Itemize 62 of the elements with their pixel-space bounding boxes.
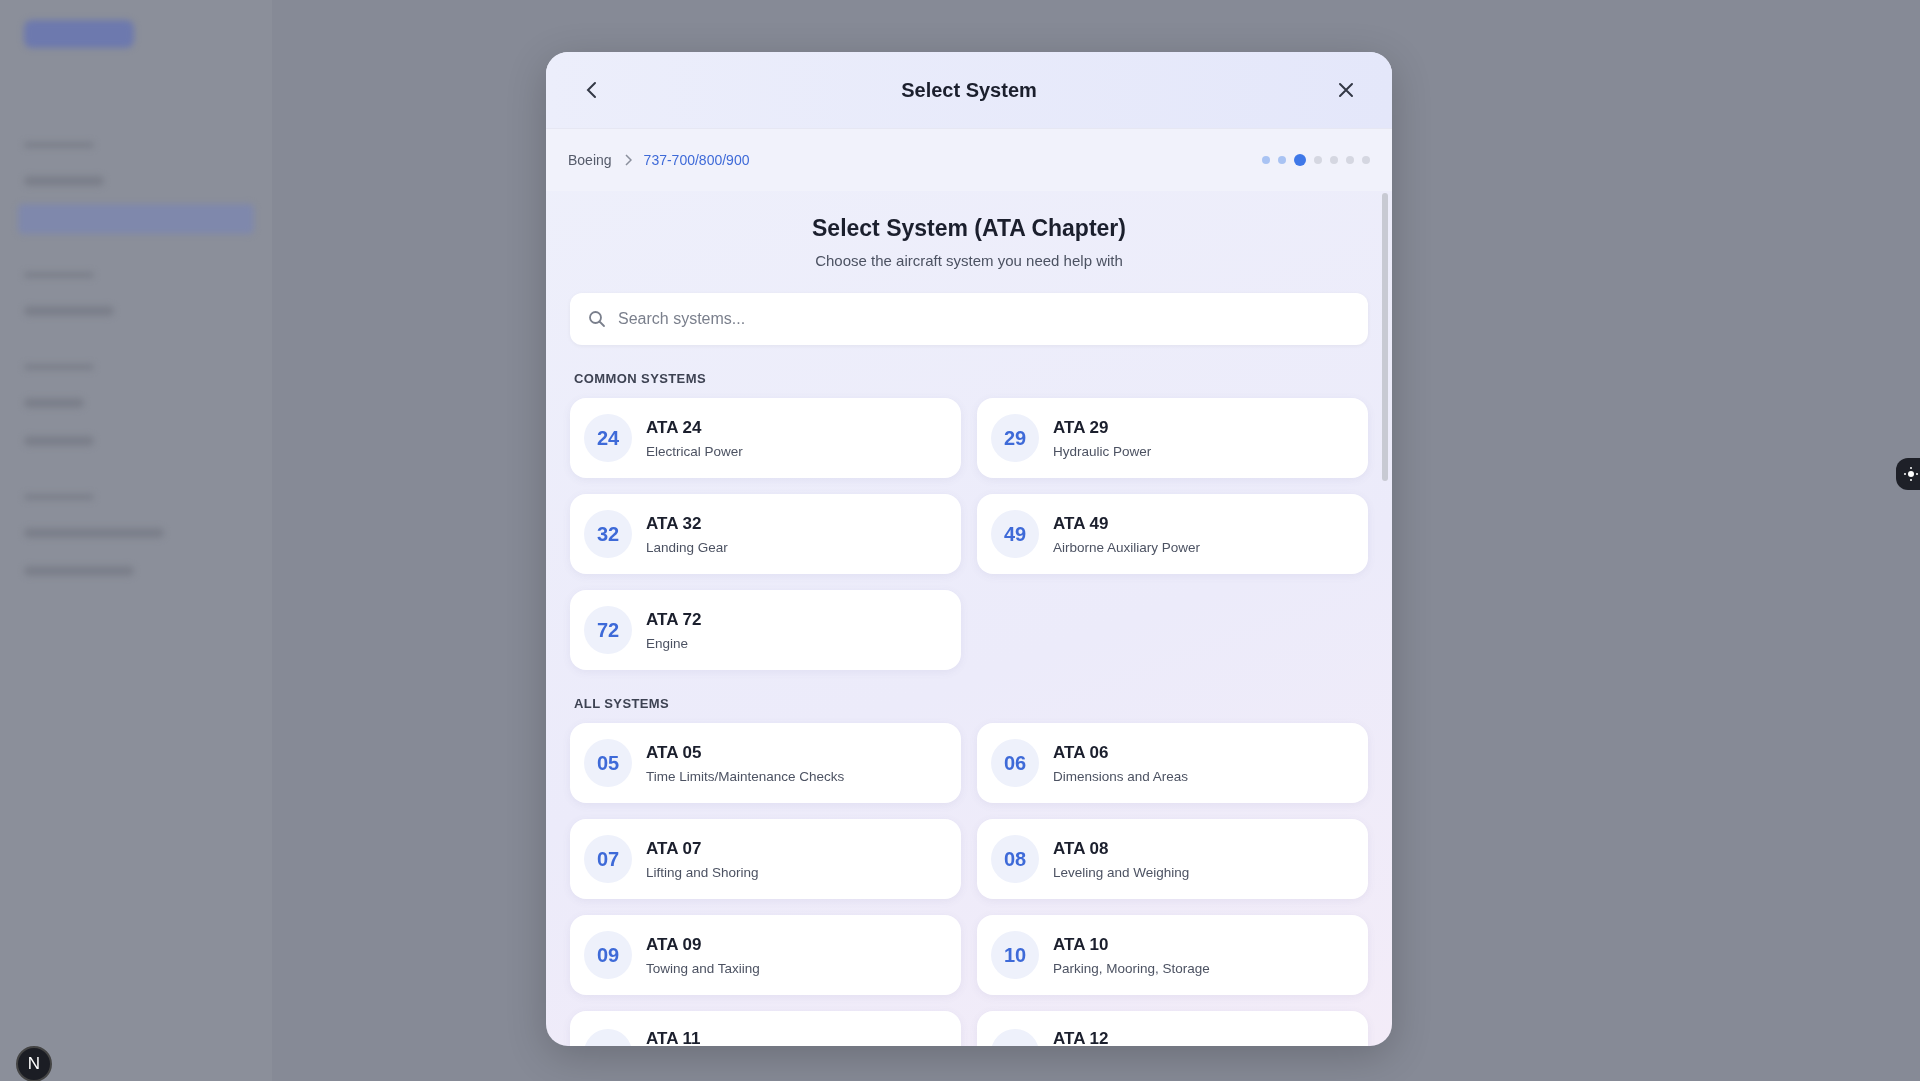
system-code: ATA 07 (646, 838, 703, 859)
system-name: Electrical Power (646, 443, 743, 459)
system-code: ATA 08 (1053, 838, 1110, 859)
chapter-badge: 09 (584, 931, 632, 979)
system-code: ATA 12 (1053, 1029, 1109, 1046)
system-name: Dimensions and Areas (1053, 768, 1189, 784)
dialog-title: Select System (901, 78, 1037, 102)
breadcrumb-link[interactable]: Boeing (568, 152, 612, 168)
breadcrumb-link[interactable]: 737-700/800/900 (643, 152, 750, 168)
system-card[interactable]: ATA 11 (570, 1011, 961, 1046)
chapter-badge: 32 (584, 510, 632, 558)
system-name: Landing Gear (646, 539, 728, 555)
system-name: Engine (646, 635, 690, 651)
system-card[interactable]: 49 ATA 49 Airborne Auxiliary Power (977, 494, 1368, 574)
system-name: Time Limits/Maintenance Checks (646, 768, 845, 784)
chevron-left-icon (585, 81, 599, 99)
system-card[interactable]: 06 ATA 06 Dimensions and Areas (977, 723, 1368, 803)
search-icon (588, 310, 606, 328)
system-card[interactable]: 09 ATA 09 Towing and Taxiing (570, 915, 961, 995)
system-card[interactable]: 05 ATA 05 Time Limits/Maintenance Checks (570, 723, 961, 803)
search-field[interactable]: Search systems... (570, 293, 1368, 345)
chapter-badge: 06 (991, 739, 1039, 787)
system-code: ATA 05 (646, 742, 703, 763)
system-card[interactable]: 08 ATA 08 Leveling and Weighing (977, 819, 1368, 899)
system-name: Lifting and Shoring (646, 864, 759, 880)
system-code: ATA 24 (646, 417, 703, 438)
system-card[interactable]: 29 ATA 29 Hydraulic Power (977, 398, 1368, 478)
section-subtitle: Choose the aircraft system you need help with (814, 252, 1124, 269)
system-name: Towing and Taxiing (646, 960, 760, 976)
system-name: Parking, Mooring, Storage (1053, 960, 1210, 976)
system-card[interactable]: 32 ATA 32 Landing Gear (570, 494, 961, 574)
chapter-badge: 08 (991, 835, 1039, 883)
chapter-badge: 29 (991, 414, 1039, 462)
system-code: ATA 32 (646, 513, 703, 534)
sun-icon (1904, 467, 1918, 481)
chapter-badge: 05 (584, 739, 632, 787)
system-name: Hydraulic Power (1053, 443, 1152, 459)
chevron-right-icon (623, 154, 632, 166)
system-code: ATA 49 (1053, 513, 1110, 534)
group-label: ALL SYSTEMS (574, 696, 671, 711)
section-heading: Select System (ATA Chapter) (811, 215, 1127, 242)
system-card[interactable]: 10 ATA 10 Parking, Mooring, Storage (977, 915, 1368, 995)
chapter-badge: 72 (584, 606, 632, 654)
system-name: Airborne Auxiliary Power (1053, 539, 1201, 555)
system-card[interactable]: 72 ATA 72 Engine (570, 590, 961, 670)
system-card[interactable]: ATA 12 (977, 1011, 1368, 1046)
system-code: ATA 06 (1053, 742, 1110, 763)
system-code: ATA 29 (1053, 417, 1110, 438)
scrollbar-thumb[interactable] (1382, 193, 1388, 481)
chapter-badge: 07 (584, 835, 632, 883)
chapter-badge: 24 (584, 414, 632, 462)
chapter-badge: 10 (991, 931, 1039, 979)
system-card[interactable]: 24 ATA 24 Electrical Power (570, 398, 961, 478)
system-card[interactable]: 07 ATA 07 Lifting and Shoring (570, 819, 961, 899)
system-code: ATA 09 (646, 934, 703, 955)
group-label: COMMON SYSTEMS (574, 371, 707, 386)
chapter-badge: 49 (991, 510, 1039, 558)
close-icon (1337, 81, 1355, 99)
system-name: Leveling and Weighing (1053, 864, 1190, 880)
system-code: ATA 72 (646, 609, 702, 630)
system-code: ATA 11 (646, 1029, 701, 1046)
system-code: ATA 10 (1053, 934, 1110, 955)
